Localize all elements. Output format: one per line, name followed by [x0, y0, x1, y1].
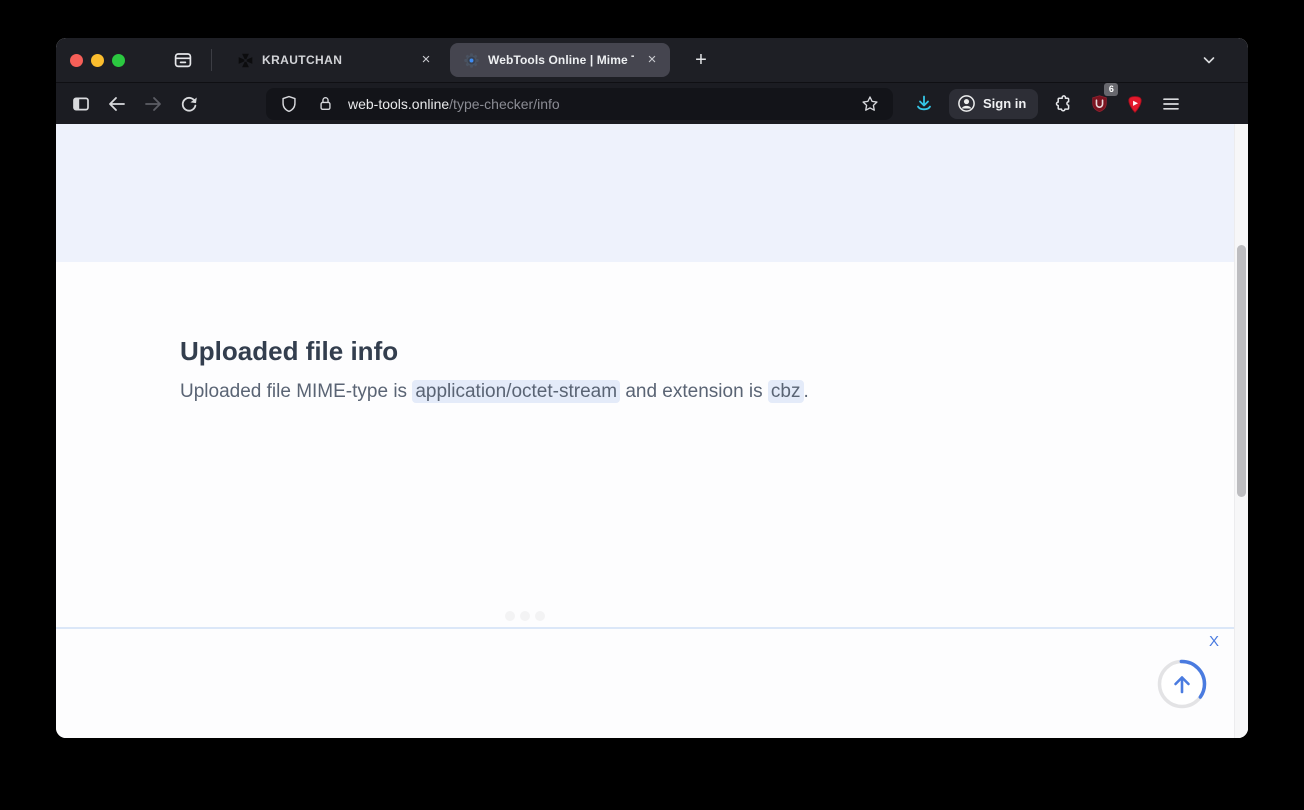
ublock-shield-icon — [1090, 94, 1109, 113]
download-icon — [914, 94, 934, 114]
tab-separator — [211, 49, 212, 71]
minimize-window-button[interactable] — [91, 54, 104, 67]
sidebar-toggle-button[interactable] — [66, 89, 96, 119]
forward-button[interactable] — [138, 89, 168, 119]
back-button[interactable] — [102, 89, 132, 119]
loading-dot — [535, 611, 545, 621]
firefox-view-icon — [173, 50, 193, 70]
loading-dot — [505, 611, 515, 621]
extensions-button[interactable] — [1048, 89, 1078, 119]
page-content: Uploaded file info Uploaded file MIME-ty… — [56, 124, 1248, 738]
scrollbar-thumb[interactable] — [1237, 245, 1246, 497]
tab-krautchan[interactable]: KRAUTCHAN × — [224, 43, 444, 77]
zoom-window-button[interactable] — [112, 54, 125, 67]
page-title: Uploaded file info — [180, 336, 398, 367]
puzzle-icon — [1053, 94, 1073, 114]
new-tab-button[interactable]: + — [686, 45, 716, 75]
url-host: web-tools.online — [348, 96, 449, 112]
file-info-sentence: Uploaded file MIME-type is application/o… — [180, 381, 809, 403]
hamburger-icon — [1161, 94, 1181, 114]
bookmark-star-button[interactable] — [855, 89, 885, 119]
browser-window: KRAUTCHAN × WebTools Online | M — [56, 38, 1248, 738]
hero-band — [56, 124, 1248, 262]
youtube-play-icon — [1125, 94, 1145, 114]
list-all-tabs-button[interactable] — [1194, 45, 1224, 75]
shield-icon[interactable] — [276, 89, 302, 119]
tab-close-button[interactable]: × — [416, 50, 436, 70]
iron-cross-icon — [236, 51, 254, 69]
tab-webtools-active[interactable]: WebTools Online | Mime Type Ch × — [450, 43, 670, 77]
account-icon — [957, 94, 976, 113]
reload-button[interactable] — [174, 89, 204, 119]
downloads-button[interactable] — [909, 89, 939, 119]
forward-arrow-icon — [143, 94, 163, 114]
sentence-part2: and extension is — [620, 381, 768, 402]
loading-dots — [505, 611, 545, 621]
sentence-part1: Uploaded file MIME-type is — [180, 381, 412, 402]
navigation-toolbar: web-tools.online/type-checker/info — [56, 82, 1248, 124]
scrollbar-track[interactable] — [1234, 124, 1248, 738]
traffic-lights — [70, 54, 125, 67]
sentence-part3: . — [804, 381, 809, 402]
youtube-extension-button[interactable] — [1120, 89, 1150, 119]
url-display[interactable]: web-tools.online/type-checker/info — [348, 96, 851, 112]
close-ad-button[interactable]: X — [1205, 633, 1223, 651]
mime-type-value: application/octet-stream — [412, 380, 620, 403]
close-window-button[interactable] — [70, 54, 83, 67]
firefox-view-button[interactable] — [169, 46, 197, 74]
chevron-down-icon — [1201, 52, 1217, 68]
reload-icon — [179, 94, 199, 114]
loading-dot — [520, 611, 530, 621]
sign-in-button[interactable]: Sign in — [949, 89, 1038, 119]
scroll-to-top-button[interactable] — [1156, 658, 1208, 710]
url-bar[interactable]: web-tools.online/type-checker/info — [266, 88, 893, 120]
ublock-origin-button[interactable]: 6 — [1084, 89, 1114, 119]
tab-title: WebTools Online | Mime Type Ch — [488, 53, 634, 67]
tab-close-button[interactable]: × — [642, 50, 662, 70]
scroll-top-arrow-icon — [1156, 658, 1208, 710]
lock-icon[interactable] — [312, 89, 338, 119]
back-arrow-icon — [107, 94, 127, 114]
url-path: /type-checker/info — [449, 96, 560, 112]
toolbar-right-icons: Sign in 6 — [909, 89, 1186, 119]
banner-divider — [56, 627, 1234, 629]
tab-title: KRAUTCHAN — [262, 53, 408, 67]
tab-bar: KRAUTCHAN × WebTools Online | M — [56, 38, 1248, 82]
menu-button[interactable] — [1156, 89, 1186, 119]
gear-favicon-icon — [462, 51, 480, 69]
ublock-badge-count: 6 — [1104, 83, 1118, 96]
extension-value: cbz — [768, 380, 804, 403]
sidebar-icon — [71, 94, 91, 114]
sign-in-label: Sign in — [983, 96, 1026, 111]
